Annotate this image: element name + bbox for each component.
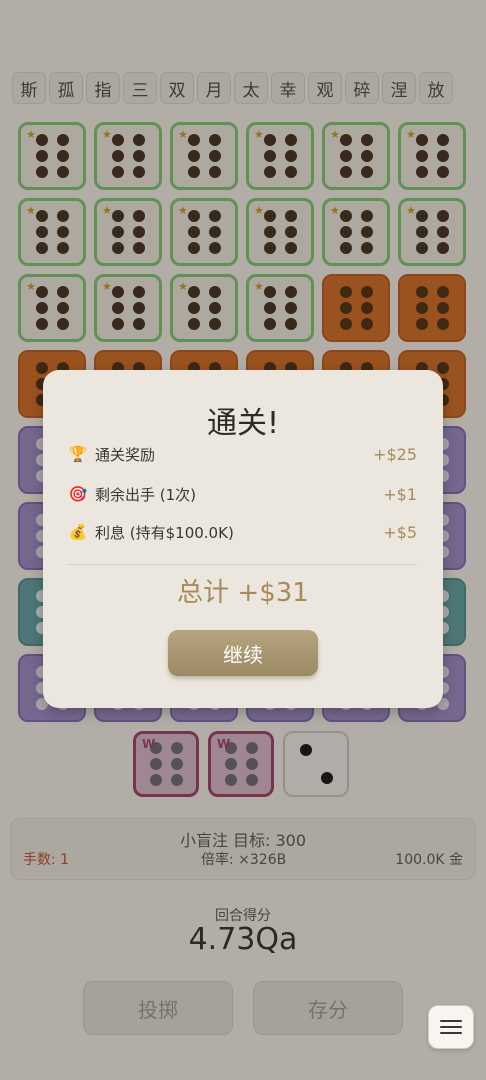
reward-value: +$5 (383, 522, 417, 542)
reward-row-hands: 🎯 剩余出手 (1次) +$1 (67, 482, 417, 506)
reward-row-clear: 🏆 通关奖励 +$25 (67, 442, 417, 466)
menu-icon[interactable] (428, 1005, 474, 1049)
reward-label: 剩余出手 (1次) (95, 485, 197, 504)
target-icon: 🎯 (68, 485, 88, 503)
total-reward: 总计 +$31 (177, 578, 309, 608)
reward-value: +$25 (373, 444, 417, 464)
trophy-icon: 🏆 (68, 445, 88, 463)
dialog-title: 通关! (206, 406, 280, 441)
divider (67, 564, 417, 565)
reward-label: 通关奖励 (95, 445, 156, 464)
money-bag-icon: 💰 (68, 523, 88, 541)
continue-button[interactable]: 继续 (168, 630, 318, 676)
reward-row-interest: 💰 利息 (持有$100.0K) +$5 (67, 520, 417, 544)
reward-value: +$1 (383, 484, 417, 504)
level-clear-dialog: 通关! 🏆 通关奖励 +$25 🎯 剩余出手 (1次) +$1 💰 利息 (持有… (43, 370, 443, 708)
reward-label: 利息 (持有$100.0K) (95, 523, 234, 542)
